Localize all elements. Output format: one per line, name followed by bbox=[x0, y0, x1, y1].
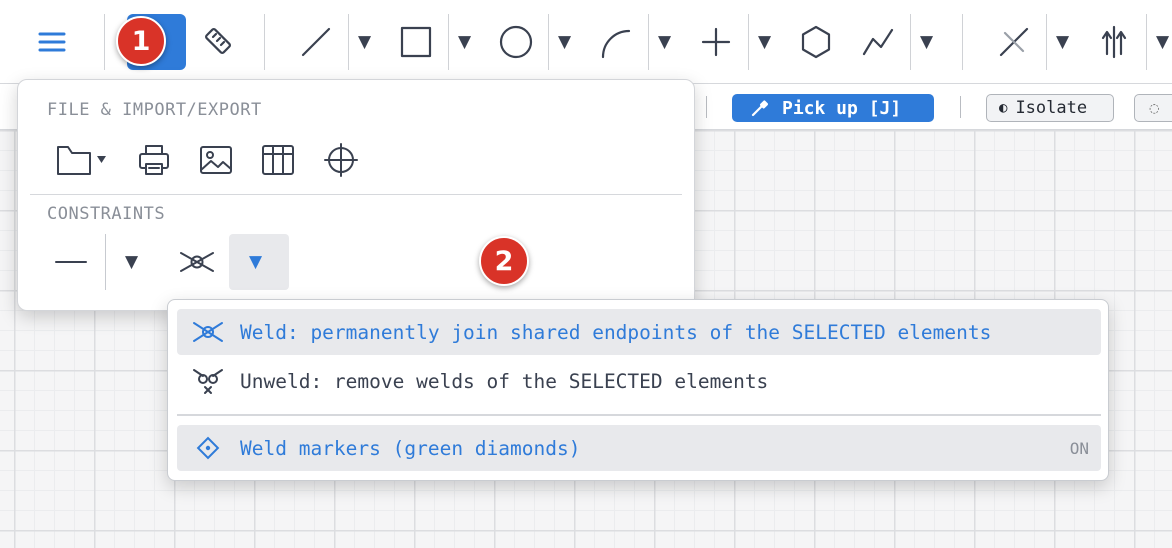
folder-icon bbox=[55, 142, 113, 178]
horizontal-constraint-button[interactable] bbox=[48, 242, 94, 282]
weld-markers-status: ON bbox=[1069, 438, 1089, 458]
main-menu-panel: FILE & IMPORT/EXPORT CONSTRAINTS ▼ ▼ bbox=[17, 79, 695, 311]
print-button[interactable] bbox=[132, 140, 176, 180]
weld-dropdown-arrow: ▼ bbox=[249, 252, 263, 272]
circle-dropdown-arrow[interactable]: ▼ bbox=[558, 32, 571, 52]
export-table-button[interactable] bbox=[256, 140, 300, 180]
weld-icon bbox=[191, 317, 225, 347]
rectangle-icon bbox=[399, 25, 433, 59]
crosshair-icon bbox=[323, 142, 359, 178]
weld-dropdown-toggle[interactable]: ▼ bbox=[229, 234, 289, 290]
secondary-separator bbox=[960, 96, 961, 118]
print-icon bbox=[136, 142, 172, 178]
rectangle-dropdown-arrow[interactable]: ▼ bbox=[458, 32, 471, 52]
arc-icon bbox=[598, 24, 634, 60]
secondary-separator bbox=[706, 96, 707, 118]
weld-constraint-button[interactable] bbox=[174, 242, 220, 282]
toolbar-separator bbox=[548, 14, 549, 70]
dotted-circle-icon: ◌ bbox=[1149, 101, 1160, 115]
export-image-button[interactable] bbox=[194, 140, 238, 180]
toolbar-separator bbox=[1046, 14, 1047, 70]
weld-menu-label: Weld: permanently join shared endpoints … bbox=[240, 320, 992, 344]
isolate-button[interactable]: ◐ Isolate bbox=[986, 94, 1114, 122]
hamburger-icon bbox=[37, 27, 67, 57]
polyline-dropdown-arrow[interactable]: ▼ bbox=[920, 32, 933, 52]
weld-dropdown-menu: Weld: permanently join shared endpoints … bbox=[167, 299, 1109, 481]
line-icon bbox=[299, 25, 333, 59]
half-circle-icon: ◐ bbox=[999, 100, 1008, 116]
weld-icon bbox=[178, 247, 216, 277]
line-tool-button[interactable] bbox=[292, 18, 340, 66]
unweld-menu-item[interactable]: Unweld: remove welds of the SELECTED ele… bbox=[177, 358, 1101, 404]
plus-icon bbox=[700, 26, 732, 58]
toolbar-separator bbox=[104, 14, 105, 70]
trim-icon bbox=[996, 24, 1032, 60]
trim-tool-button[interactable] bbox=[990, 18, 1038, 66]
polygon-tool-button[interactable] bbox=[792, 18, 840, 66]
arc-tool-button[interactable] bbox=[592, 18, 640, 66]
toolbar-separator bbox=[448, 14, 449, 70]
circle-tool-button[interactable] bbox=[492, 18, 540, 66]
toolbar-separator bbox=[648, 14, 649, 70]
constraints-section-title: CONSTRAINTS bbox=[47, 204, 166, 224]
diamond-icon bbox=[191, 433, 225, 463]
step-badge-1: 1 bbox=[116, 16, 166, 66]
set-origin-button[interactable] bbox=[319, 140, 363, 180]
constraint-dropdown-arrow[interactable]: ▼ bbox=[125, 252, 138, 272]
weld-menu-item[interactable]: Weld: permanently join shared endpoints … bbox=[177, 309, 1101, 355]
unweld-menu-label: Unweld: remove welds of the SELECTED ele… bbox=[240, 369, 769, 393]
rectangle-tool-button[interactable] bbox=[392, 18, 440, 66]
mirror-icon bbox=[1096, 24, 1132, 60]
horizontal-constraint-icon bbox=[53, 252, 89, 272]
toolbar-separator bbox=[962, 14, 963, 70]
unweld-icon bbox=[191, 366, 225, 396]
line-dropdown-arrow[interactable]: ▼ bbox=[358, 32, 371, 52]
ruler-icon bbox=[200, 24, 236, 60]
table-icon bbox=[260, 142, 296, 178]
toolbar-separator bbox=[264, 14, 265, 70]
toolbar-separator bbox=[748, 14, 749, 70]
toolbar-separator bbox=[1146, 14, 1147, 70]
weld-markers-label: Weld markers (green diamonds) bbox=[240, 436, 581, 460]
file-section-title: FILE & IMPORT/EXPORT bbox=[47, 100, 262, 120]
image-icon bbox=[198, 142, 234, 178]
measure-tool-button[interactable] bbox=[194, 18, 242, 66]
hamburger-menu-button[interactable] bbox=[28, 18, 76, 66]
point-dropdown-arrow[interactable]: ▼ bbox=[758, 32, 771, 52]
trim-dropdown-arrow[interactable]: ▼ bbox=[1056, 32, 1069, 52]
open-file-button[interactable] bbox=[54, 140, 114, 180]
constraint-separator bbox=[105, 234, 106, 290]
pickup-label: Pick up [J] bbox=[782, 97, 902, 119]
isolate-label: Isolate bbox=[1015, 98, 1088, 118]
pickup-button[interactable]: Pick up [J] bbox=[732, 94, 934, 122]
point-tool-button[interactable] bbox=[692, 18, 740, 66]
circle-icon bbox=[498, 24, 534, 60]
eyedropper-icon bbox=[750, 98, 770, 118]
arc-dropdown-arrow[interactable]: ▼ bbox=[658, 32, 671, 52]
toolbar-separator bbox=[348, 14, 349, 70]
mirror-tool-button[interactable] bbox=[1090, 18, 1138, 66]
polyline-tool-button[interactable] bbox=[854, 18, 902, 66]
weld-markers-toggle[interactable]: Weld markers (green diamonds) ON bbox=[177, 425, 1101, 471]
main-toolbar: ▼ ▼ ▼ ▼ ▼ ▼ ▼ ▼ bbox=[0, 0, 1172, 84]
hexagon-icon bbox=[798, 24, 834, 60]
mirror-dropdown-arrow[interactable]: ▼ bbox=[1156, 32, 1169, 52]
menu-divider bbox=[30, 194, 682, 195]
toolbar-separator bbox=[910, 14, 911, 70]
polyline-icon bbox=[860, 24, 896, 60]
dropdown-divider bbox=[177, 414, 1101, 416]
dotted-circle-button[interactable]: ◌ bbox=[1134, 94, 1172, 122]
step-badge-2: 2 bbox=[479, 236, 529, 286]
